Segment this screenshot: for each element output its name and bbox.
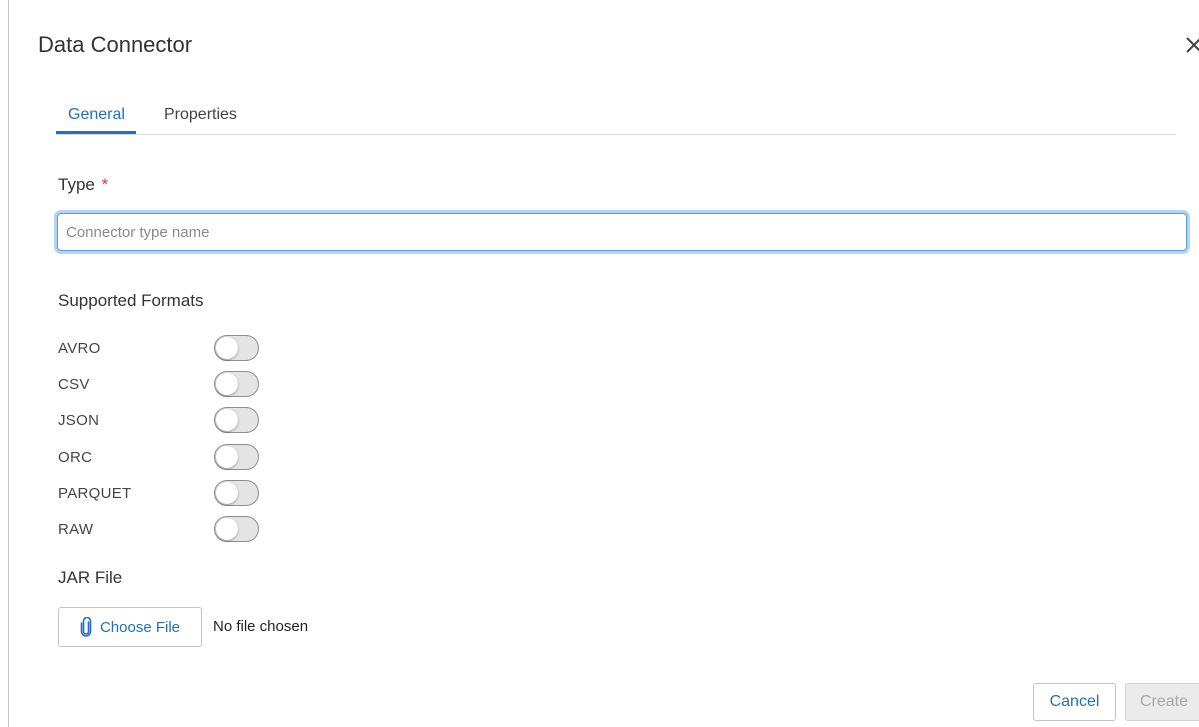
toggle-knob [216, 518, 238, 540]
format-label: RAW [58, 521, 94, 538]
format-row-orc: ORC [58, 443, 318, 473]
csv-toggle[interactable] [214, 371, 259, 397]
toggle-knob [216, 373, 238, 395]
close-icon[interactable] [1184, 30, 1199, 58]
format-label: PARQUET [58, 485, 132, 502]
choose-file-label: Choose File [99, 618, 181, 636]
cancel-button[interactable]: Cancel [1033, 683, 1116, 721]
dialog-left-border [8, 0, 9, 727]
tab-general[interactable]: General [68, 106, 125, 124]
toggle-knob [216, 482, 238, 504]
format-row-parquet: PARQUET [58, 479, 318, 509]
raw-toggle[interactable] [214, 516, 259, 542]
orc-toggle[interactable] [214, 444, 259, 470]
type-field-label: Type * [58, 175, 108, 195]
tab-properties[interactable]: Properties [164, 106, 237, 124]
dialog-title: Data Connector [38, 32, 193, 57]
type-label-text: Type [58, 175, 95, 194]
format-row-raw: RAW [58, 515, 318, 545]
avro-toggle[interactable] [214, 335, 259, 361]
toggle-knob [216, 409, 238, 431]
format-label: ORC [58, 449, 93, 466]
connector-type-input[interactable] [57, 213, 1187, 251]
format-label: JSON [58, 412, 100, 429]
create-button[interactable]: Create [1125, 683, 1199, 721]
choose-file-button[interactable]: Choose File [58, 607, 202, 647]
json-toggle[interactable] [214, 407, 259, 433]
toggle-knob [216, 446, 238, 468]
format-label: CSV [58, 376, 90, 393]
paperclip-icon [80, 616, 92, 637]
format-label: AVRO [58, 340, 101, 357]
file-status-text: No file chosen [213, 618, 309, 635]
format-row-json: JSON [58, 406, 318, 436]
toggle-knob [216, 337, 238, 359]
format-row-avro: AVRO [58, 334, 318, 364]
tab-bar: General Properties [56, 98, 1176, 135]
required-marker: * [101, 175, 109, 194]
jar-file-heading: JAR File [58, 568, 123, 587]
parquet-toggle[interactable] [214, 480, 259, 506]
active-tab-indicator [56, 131, 136, 134]
format-row-csv: CSV [58, 370, 318, 400]
supported-formats-heading: Supported Formats [58, 291, 204, 310]
